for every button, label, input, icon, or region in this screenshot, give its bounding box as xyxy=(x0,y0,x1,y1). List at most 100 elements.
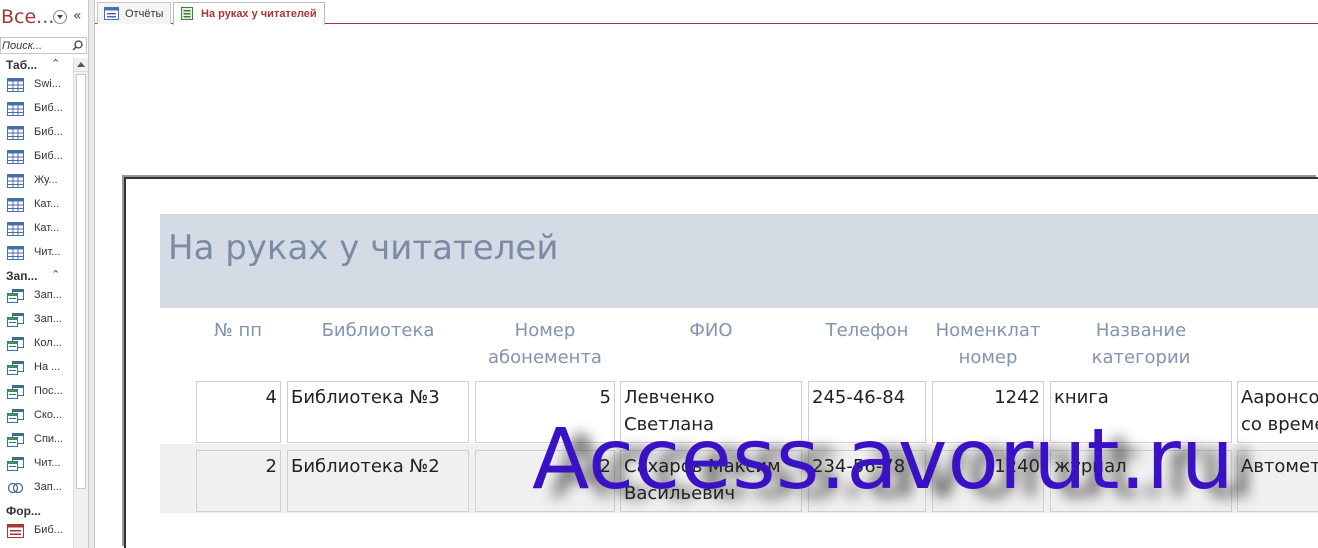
table-icon xyxy=(7,78,24,92)
nav-object-item[interactable]: Кат... xyxy=(0,195,73,217)
nav-pane-title[interactable]: Все... xyxy=(1,6,54,28)
chevron-up-icon[interactable]: ⌃ xyxy=(51,268,60,281)
query-icon xyxy=(7,385,24,399)
nav-object-item[interactable]: Зап... xyxy=(0,286,73,308)
nav-object-item[interactable]: Кат... xyxy=(0,219,73,241)
nav-object-label: На ... xyxy=(34,361,61,373)
nav-object-label: Зап... xyxy=(34,481,62,493)
query-icon xyxy=(7,433,24,447)
nav-pane-menu-icon[interactable] xyxy=(53,10,67,24)
nav-object-item[interactable]: Чит... xyxy=(0,243,73,265)
query-icon xyxy=(7,457,24,471)
chevron-up-icon[interactable]: ⌃ xyxy=(51,57,60,70)
column-header-line: Номер xyxy=(514,320,576,341)
nav-object-label: Кол... xyxy=(34,337,62,349)
nav-object-label: Swi... xyxy=(34,78,61,90)
cell-nomenclature[interactable]: 1242 xyxy=(932,381,1044,443)
nav-object-item[interactable]: Чит... xyxy=(0,454,73,476)
cell-fio[interactable]: Левченко Светлана xyxy=(620,381,802,443)
form-icon xyxy=(7,524,24,538)
nav-object-item[interactable]: Пос... xyxy=(0,382,73,404)
nav-search-input[interactable] xyxy=(1,38,69,53)
search-icon[interactable] xyxy=(72,40,83,51)
cell-phone[interactable]: 245-46-84 xyxy=(808,381,926,443)
cell-subscription[interactable]: 2 xyxy=(475,450,615,512)
nav-object-label: Спи... xyxy=(34,433,64,445)
table-icon xyxy=(7,174,24,188)
column-header-nomenclature: Номенклат номер xyxy=(932,317,1044,371)
column-header-category: Название категории xyxy=(1050,317,1232,371)
nav-object-item[interactable]: Спи... xyxy=(0,430,73,452)
nav-object-item[interactable]: Биб... xyxy=(0,123,73,145)
query-icon xyxy=(7,313,24,327)
cell-fio-line: Светлана xyxy=(624,414,715,435)
nav-object-label: Кат... xyxy=(34,198,60,210)
nav-object-label: Чит... xyxy=(34,246,61,258)
document-tab-bar: Отчёты На руках у читателей xyxy=(95,0,1318,25)
report-title: На руках у читателей xyxy=(168,228,559,268)
pane-splitter[interactable] xyxy=(89,0,95,548)
form-icon xyxy=(104,7,119,20)
nav-object-label: Ско... xyxy=(34,409,63,421)
nav-object-label: Биб... xyxy=(34,102,63,114)
nav-object-item[interactable]: Swi... xyxy=(0,75,73,97)
nav-object-item[interactable]: Зап... xyxy=(0,478,73,500)
cell-fio-line: Васильевич xyxy=(624,483,736,504)
nav-object-item[interactable]: Биб... xyxy=(0,521,73,543)
column-header-line: абонемента xyxy=(488,347,602,368)
nav-group-header[interactable]: Зап... ⌃ xyxy=(0,267,73,286)
cell-title[interactable]: Аaронсо со време xyxy=(1237,381,1318,443)
cell-library[interactable]: Библиотека №2 xyxy=(287,450,469,512)
nav-object-item[interactable]: На ... xyxy=(0,358,73,380)
nav-object-label: Зап... xyxy=(34,313,62,325)
cell-nomenclature[interactable]: 1240 xyxy=(932,450,1044,512)
nav-search-box[interactable] xyxy=(0,37,87,54)
scrollbar-thumb[interactable] xyxy=(76,74,86,489)
cell-category[interactable]: журнал xyxy=(1050,450,1232,512)
tab-label: Отчёты xyxy=(125,8,164,20)
cell-category[interactable]: книга xyxy=(1050,381,1232,443)
nav-object-label: Биб... xyxy=(34,150,63,162)
nav-object-item[interactable]: Биб... xyxy=(0,99,73,121)
nav-object-item[interactable]: Биб... xyxy=(0,147,73,169)
tab-label: На руках у читателей xyxy=(201,8,317,20)
cell-phone[interactable]: 234-56-78 xyxy=(808,450,926,512)
cell-number[interactable]: 2 xyxy=(196,450,281,512)
report-header-band: На руках у читателей xyxy=(160,214,1318,308)
cell-fio[interactable]: Сахаров Максим Васильевич xyxy=(620,450,802,512)
tab-on-hands-report[interactable]: На руках у читателей xyxy=(173,2,325,25)
nav-object-label: Жу... xyxy=(34,174,58,186)
navigation-pane: Все... « Таб... ⌃ Swi... Биб... Биб... Биб...… xyxy=(0,0,89,548)
nav-object-item[interactable]: Жу... xyxy=(0,171,73,193)
table-icon xyxy=(7,222,24,236)
nav-group-header[interactable]: Фор... xyxy=(0,502,73,521)
cell-title[interactable]: Автомет xyxy=(1237,450,1318,512)
nav-object-item[interactable]: Ско... xyxy=(0,406,73,428)
column-header-line: категории xyxy=(1091,347,1191,368)
cell-number[interactable]: 4 xyxy=(196,381,281,443)
tab-reports[interactable]: Отчёты xyxy=(97,2,171,24)
table-icon xyxy=(7,102,24,116)
cell-fio-line: Сахаров Максим xyxy=(624,456,781,477)
nav-object-item[interactable]: Кол... xyxy=(0,334,73,356)
nav-object-label: Кат... xyxy=(34,222,60,234)
query-icon xyxy=(7,361,24,375)
scroll-up-icon[interactable] xyxy=(74,58,88,72)
nav-group-header[interactable]: Таб... ⌃ xyxy=(0,56,73,75)
union-query-icon xyxy=(7,481,24,495)
nav-object-label: Биб... xyxy=(34,524,63,536)
cell-subscription[interactable]: 5 xyxy=(475,381,615,443)
cell-fio-line: Левченко xyxy=(624,387,715,408)
nav-scrollbar[interactable] xyxy=(73,58,88,548)
query-icon xyxy=(7,337,24,351)
cell-library[interactable]: Библиотека №3 xyxy=(287,381,469,443)
query-icon xyxy=(7,289,24,303)
nav-object-item[interactable]: Зап... xyxy=(0,310,73,332)
table-icon xyxy=(7,246,24,260)
collapse-pane-icon[interactable]: « xyxy=(73,8,82,24)
column-header-line: № пп xyxy=(214,320,262,341)
table-icon xyxy=(7,198,24,212)
nav-object-label: Биб... xyxy=(34,126,63,138)
nav-object-label: Пос... xyxy=(34,385,63,397)
nav-group-label: Фор... xyxy=(6,504,41,518)
